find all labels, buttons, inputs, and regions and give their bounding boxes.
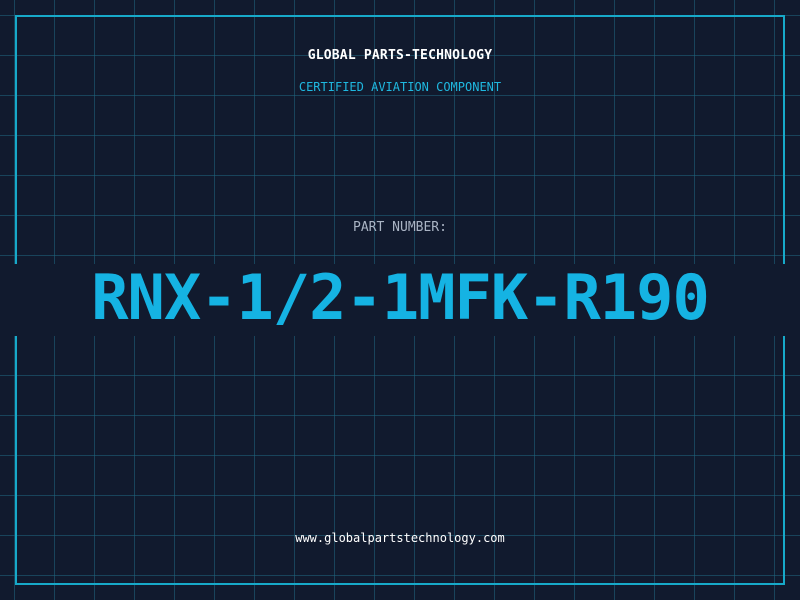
certification-subtitle: CERTIFIED AVIATION COMPONENT [298,80,502,94]
website-url: www.globalpartstechnology.com [295,531,505,545]
part-number-label: PART NUMBER: [353,220,447,235]
part-number-value: RNX-1/2-1MFK-R190 [91,261,710,334]
certificate-canvas: GLOBAL PARTS-TECHNOLOGY CERTIFIED AVIATI… [0,0,800,600]
company-name: GLOBAL PARTS-TECHNOLOGY [307,48,493,63]
